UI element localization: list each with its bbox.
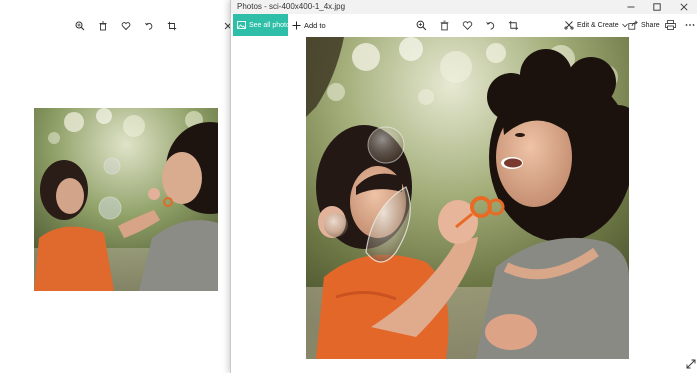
crop-icon[interactable] xyxy=(164,18,180,34)
see-all-photos-label: See all photos xyxy=(249,21,294,29)
command-bar: See all photos Add to Edit & Create Shar… xyxy=(231,14,697,36)
crop-icon[interactable] xyxy=(505,17,521,33)
photos-icon xyxy=(237,21,246,29)
background-photos-window xyxy=(0,0,232,373)
background-toolbar xyxy=(0,16,232,38)
add-to-button[interactable]: Add to xyxy=(292,14,326,36)
zoom-icon[interactable] xyxy=(413,17,429,33)
printer-icon[interactable] xyxy=(662,17,678,33)
edit-create-button[interactable]: Edit & Create xyxy=(564,14,628,36)
trash-icon[interactable] xyxy=(95,18,111,34)
share-icon xyxy=(628,20,638,30)
main-photo[interactable] xyxy=(306,37,629,359)
photos-window: Photos - sci-400x400-1_4x.jpg See all ph… xyxy=(230,0,697,373)
rotate-icon[interactable] xyxy=(141,18,157,34)
heart-icon[interactable] xyxy=(459,17,475,33)
expand-icon[interactable] xyxy=(685,358,697,370)
add-to-label: Add to xyxy=(304,20,326,30)
heart-icon[interactable] xyxy=(118,18,134,34)
title-bar[interactable]: Photos - sci-400x400-1_4x.jpg xyxy=(231,0,697,14)
background-photo xyxy=(34,108,218,291)
see-all-photos-button[interactable]: See all photos xyxy=(233,14,293,36)
rotate-icon[interactable] xyxy=(482,17,498,33)
zoom-icon[interactable] xyxy=(72,18,88,34)
close-icon[interactable] xyxy=(671,0,697,14)
window-title: Photos - sci-400x400-1_4x.jpg xyxy=(237,2,346,11)
share-label: Share xyxy=(641,21,660,29)
chevron-down-icon xyxy=(621,23,628,28)
plus-icon xyxy=(292,21,301,30)
trash-icon[interactable] xyxy=(436,17,452,33)
edit-create-icon xyxy=(564,20,574,30)
maximize-icon[interactable] xyxy=(644,0,670,14)
more-icon[interactable] xyxy=(682,17,697,33)
share-button[interactable]: Share xyxy=(628,14,660,36)
minimize-icon[interactable] xyxy=(618,0,644,14)
edit-create-label: Edit & Create xyxy=(577,21,619,29)
